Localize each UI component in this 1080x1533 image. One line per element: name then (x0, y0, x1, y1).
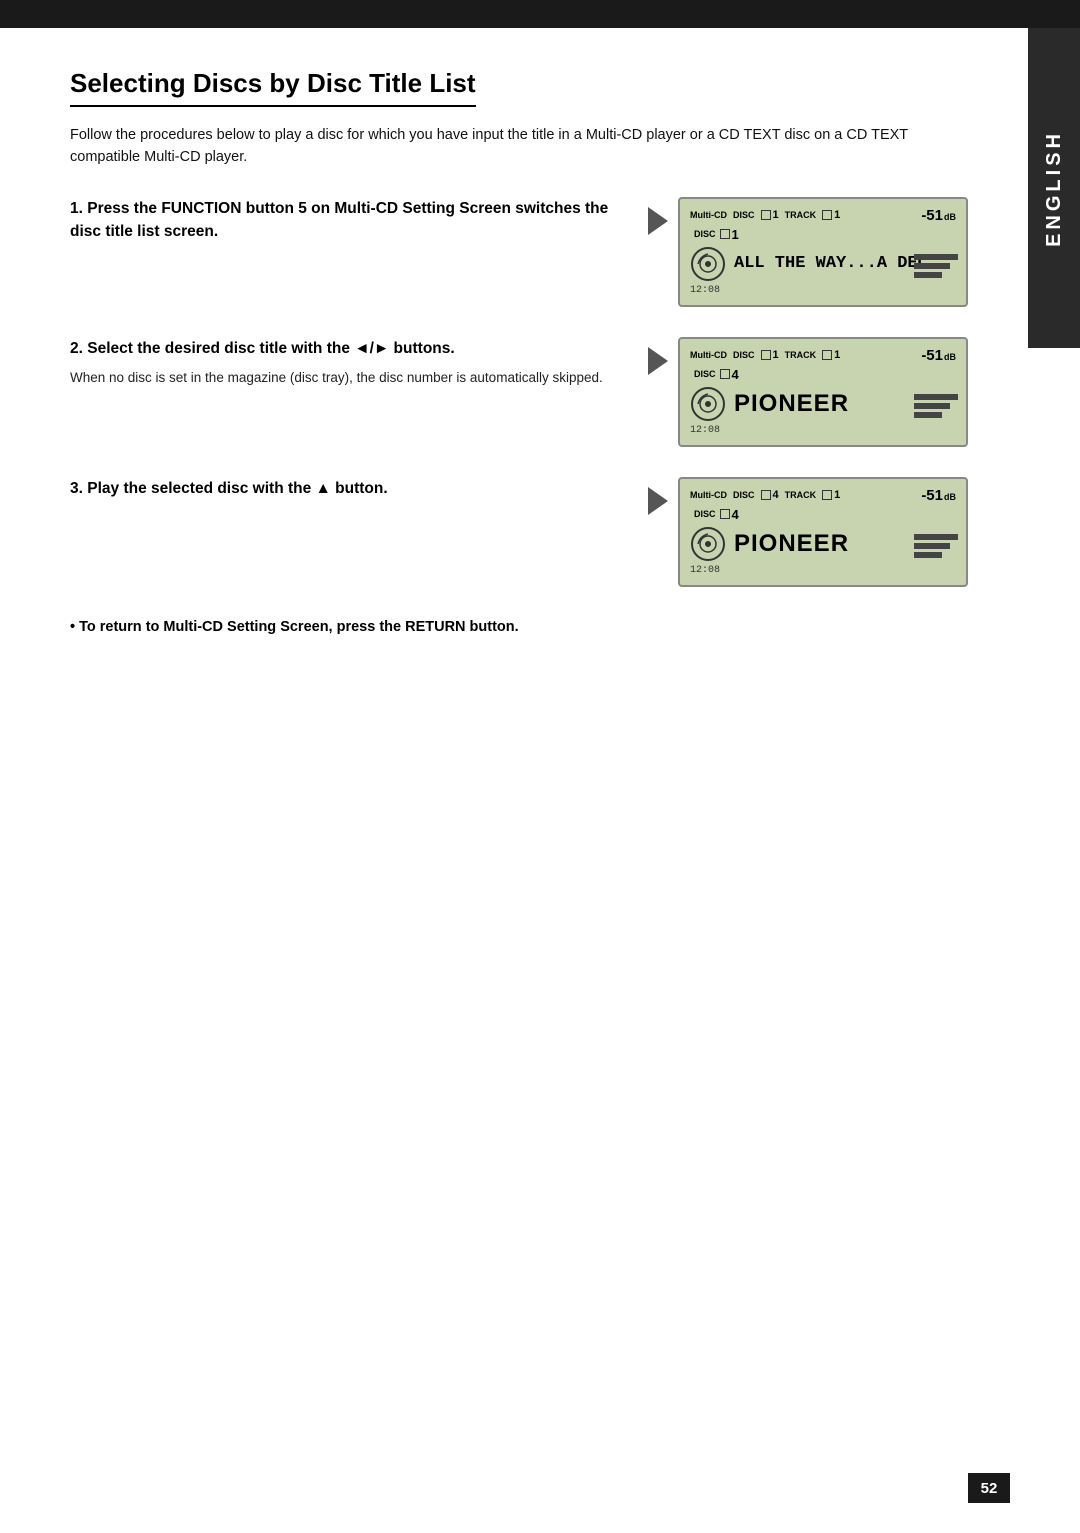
main-content: Selecting Discs by Disc Title List Follo… (0, 28, 1028, 708)
lcd1-time: 12:08 (690, 285, 956, 296)
bar3 (914, 272, 942, 278)
lcd1-db-unit: dB (944, 212, 956, 222)
step-2-text: 2. Select the desired disc title with th… (70, 337, 648, 389)
lcd3-disc-label: DISC (733, 490, 755, 500)
lcd2-disc-num: 1 (773, 349, 779, 361)
step-2-row: 2. Select the desired disc title with th… (70, 337, 968, 447)
step-1-arrow (648, 197, 678, 235)
lcd3-db-val: -51 (921, 487, 943, 504)
lcd2-db-unit: dB (944, 352, 956, 362)
bar1 (914, 254, 958, 260)
lcd3-disc-box (761, 490, 771, 500)
arrow-icon-2 (648, 347, 668, 375)
lcd3-multicd: Multi-CD (690, 490, 727, 500)
lcd3-track-label: TRACK (785, 490, 817, 500)
lcd1-multicd: Multi-CD (690, 210, 727, 220)
bullet-note: • To return to Multi-CD Setting Screen, … (70, 617, 968, 639)
top-bar (0, 0, 1080, 28)
step-2-display: Multi-CD DISC 1 TRACK 1 -51 dB (678, 337, 968, 447)
lcd3-disc2-box (720, 509, 730, 519)
lcd2-disc2-num: 4 (732, 367, 739, 382)
lcd3-disc-num: 4 (773, 489, 779, 501)
lcd1-disc2-box (720, 229, 730, 239)
lcd3-time: 12:08 (690, 565, 956, 576)
lcd1-disc-label: DISC (733, 210, 755, 220)
step-1-row: 1. Press the FUNCTION button 5 on Multi-… (70, 197, 968, 307)
lcd2-disc2-label: DISC (694, 369, 716, 379)
intro-text: Follow the procedures below to play a di… (70, 125, 968, 169)
lcd1-title: ALL THE WAY...A DECA (734, 254, 924, 273)
lcd1-track-box (822, 210, 832, 220)
step-2-note: When no disc is set in the magazine (dis… (70, 368, 628, 388)
lcd1-bars (914, 254, 958, 278)
step-2-arrow (648, 337, 678, 375)
step-3-arrow (648, 477, 678, 515)
cd-icon (690, 246, 726, 282)
lcd2-track-label: TRACK (785, 350, 817, 360)
lcd2-disc2-box (720, 369, 730, 379)
lcd3-db-unit: dB (944, 492, 956, 502)
step-1-heading: 1. Press the FUNCTION button 5 on Multi-… (70, 197, 628, 244)
lcd1-disc2-label: DISC (694, 229, 716, 239)
lcd2-track-box (822, 350, 832, 360)
lcd2-disc-label: DISC (733, 350, 755, 360)
lcd2-title: PIONEER (734, 390, 849, 418)
lcd1-disc2-num: 1 (732, 227, 739, 242)
lcd3-disc2-label: DISC (694, 509, 716, 519)
side-tab: ENGLISH (1028, 28, 1080, 348)
step-3-text: 3. Play the selected disc with the ▲ but… (70, 477, 648, 508)
lcd3-track-box (822, 490, 832, 500)
step-3-display: Multi-CD DISC 4 TRACK 1 -51 dB (678, 477, 968, 587)
bar2 (914, 263, 950, 269)
arrow-icon-3 (648, 487, 668, 515)
lcd1-track-num: 1 (834, 209, 840, 221)
lcd1-track-label: TRACK (785, 210, 817, 220)
page-number: 52 (968, 1473, 1010, 1503)
arrow-icon (648, 207, 668, 235)
lcd3-title: PIONEER (734, 530, 849, 558)
cd-icon-3 (690, 526, 726, 562)
step-3-row: 3. Play the selected disc with the ▲ but… (70, 477, 968, 587)
step-2-heading: 2. Select the desired disc title with th… (70, 337, 628, 360)
step-1-text: 1. Press the FUNCTION button 5 on Multi-… (70, 197, 648, 252)
lcd1-db-val: -51 (921, 207, 943, 224)
lcd2-bars (914, 394, 958, 418)
lcd2-db-val: -51 (921, 347, 943, 364)
lcd3-track-num: 1 (834, 489, 840, 501)
lcd3-disc2-num: 4 (732, 507, 739, 522)
lcd1-disc-box (761, 210, 771, 220)
page-title: Selecting Discs by Disc Title List (70, 68, 476, 107)
lcd2-track-num: 1 (834, 349, 840, 361)
lcd1-disc-num: 1 (773, 209, 779, 221)
step-1-display: Multi-CD DISC 1 TRACK 1 -51 dB (678, 197, 968, 307)
lcd3-bars (914, 534, 958, 558)
lcd2-disc-box (761, 350, 771, 360)
lcd2-multicd: Multi-CD (690, 350, 727, 360)
cd-icon-2 (690, 386, 726, 422)
step-3-heading: 3. Play the selected disc with the ▲ but… (70, 477, 628, 500)
side-tab-label: ENGLISH (1043, 130, 1066, 247)
lcd2-time: 12:08 (690, 425, 956, 436)
